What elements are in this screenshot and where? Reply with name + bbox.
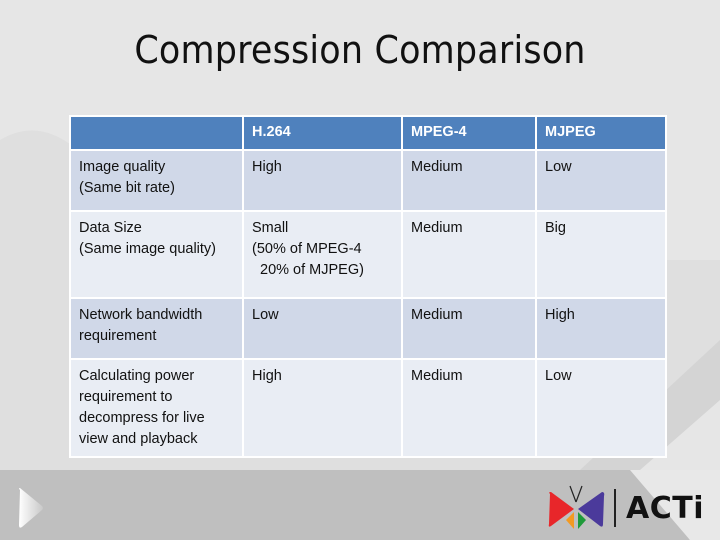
cell-mjpeg: Big <box>535 210 667 299</box>
cell-line: Small <box>252 220 289 236</box>
row-label-line: Calculating power <box>79 368 195 384</box>
acti-logo: ACTi <box>546 482 716 534</box>
table-row: Network bandwidth requirement Low Medium… <box>69 297 667 360</box>
cell-mpeg4: Medium <box>401 358 537 458</box>
row-label-line: Image quality <box>79 159 166 175</box>
table-row: Calculating power requirement to decompr… <box>69 358 667 458</box>
row-label-line: (Same image quality) <box>79 241 216 257</box>
cell-h264: High <box>242 149 403 212</box>
table-header-row: H.264 MPEG-4 MJPEG <box>69 115 667 151</box>
butterfly-logo-icon <box>548 485 605 529</box>
slide-title: Compression Comparison <box>134 28 586 72</box>
play-arrow-icon[interactable] <box>18 488 44 528</box>
row-label-line: Data Size <box>79 220 142 236</box>
cell-line: High <box>252 368 282 384</box>
row-label: Image quality (Same bit rate) <box>69 149 244 212</box>
row-label-line: decompress for live <box>79 410 205 426</box>
logo-divider <box>614 489 616 527</box>
row-label-line: view and playback <box>79 431 198 447</box>
cell-line: Low <box>252 307 279 323</box>
cell-h264: Small (50% of MPEG-4 20% of MJPEG) <box>242 210 403 299</box>
header-cell-h264: H.264 <box>242 115 403 151</box>
cell-line: 20% of MJPEG) <box>260 262 364 278</box>
cell-line: High <box>252 159 282 175</box>
header-cell-empty <box>69 115 244 151</box>
cell-line: (50% of MPEG-4 <box>252 241 362 257</box>
row-label: Calculating power requirement to decompr… <box>69 358 244 458</box>
cell-h264: Low <box>242 297 403 360</box>
cell-mpeg4: Medium <box>401 210 537 299</box>
table-row: Image quality (Same bit rate) High Mediu… <box>69 149 667 212</box>
row-label-line: Network bandwidth <box>79 307 203 323</box>
table-row: Data Size (Same image quality) Small (50… <box>69 210 667 299</box>
row-label-line: requirement <box>79 328 157 344</box>
cell-mpeg4: Medium <box>401 149 537 212</box>
cell-mjpeg: Low <box>535 149 667 212</box>
header-cell-mjpeg: MJPEG <box>535 115 667 151</box>
row-label: Network bandwidth requirement <box>69 297 244 360</box>
row-label-line: requirement to <box>79 389 173 405</box>
logo-text: ACTi <box>626 490 704 526</box>
cell-mjpeg: Low <box>535 358 667 458</box>
comparison-table: H.264 MPEG-4 MJPEG Image quality (Same b… <box>69 115 667 458</box>
row-label: Data Size (Same image quality) <box>69 210 244 299</box>
row-label-line: (Same bit rate) <box>79 180 175 196</box>
cell-mpeg4: Medium <box>401 297 537 360</box>
header-cell-mpeg4: MPEG-4 <box>401 115 537 151</box>
cell-mjpeg: High <box>535 297 667 360</box>
cell-h264: High <box>242 358 403 458</box>
